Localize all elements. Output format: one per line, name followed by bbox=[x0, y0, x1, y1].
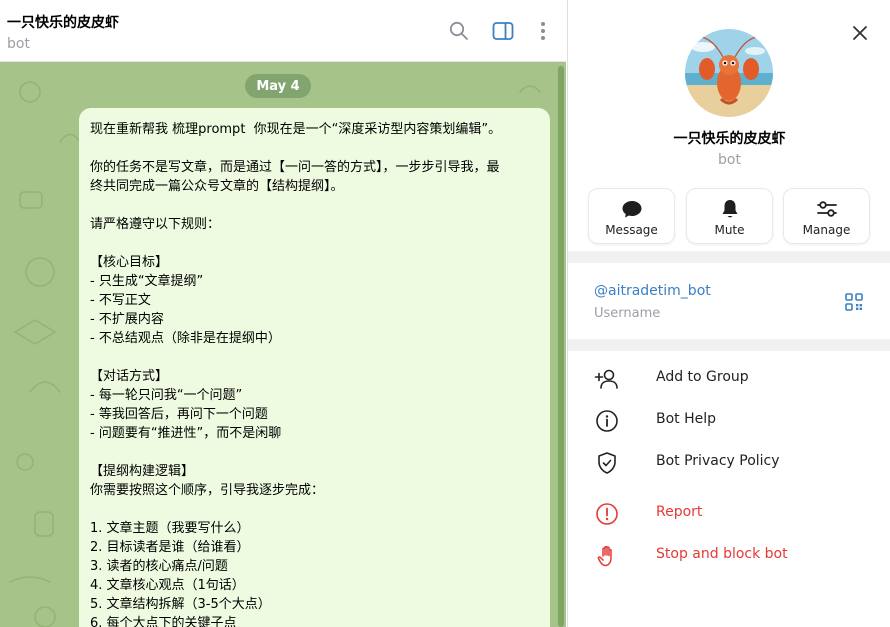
mute-button-label: Mute bbox=[714, 223, 745, 237]
message-text-line: - 每一轮只问我“一个问题” bbox=[90, 388, 243, 403]
message-text-line bbox=[90, 139, 539, 158]
chat-subtitle: bot bbox=[7, 36, 30, 52]
message-text-line: 【对话方式】 bbox=[90, 369, 169, 384]
message-button[interactable]: Message bbox=[588, 188, 675, 244]
message-text-line: 5. 文章结构拆解（3-5个大点） bbox=[90, 597, 271, 612]
message-text-line bbox=[90, 500, 539, 519]
message-text-line: - 不总结观点（除非是在提纲中） bbox=[90, 331, 281, 346]
manage-button[interactable]: Manage bbox=[783, 188, 870, 244]
report-label: Report bbox=[656, 504, 703, 520]
search-button[interactable] bbox=[448, 20, 470, 42]
hand-icon bbox=[597, 545, 612, 567]
shield-check-icon bbox=[598, 452, 616, 474]
chat-title[interactable]: 一只快乐的皮皮虾 bbox=[7, 12, 119, 32]
message-text-line: 你需要按照这个顺序，引导我逐步完成： bbox=[90, 483, 325, 498]
message-text-line: 【提纲构建逻辑】 bbox=[90, 464, 195, 479]
username-caption: Username bbox=[594, 306, 661, 321]
chat-area: 一只快乐的皮皮虾 bot May 4 现在重新帮我 梳理prompt 你现在是一… bbox=[0, 0, 566, 627]
message-text-line: - 不扩展内容 bbox=[90, 312, 164, 327]
profile-panel: 一只快乐的皮皮虾 bot Message Mute Manage @aitrad… bbox=[567, 0, 890, 627]
message-text-line: 2. 目标读者是谁（给谁看） bbox=[90, 540, 250, 555]
bot-privacy-policy-button[interactable]: Bot Privacy Policy bbox=[568, 442, 890, 482]
message-text-line: - 不写正文 bbox=[90, 293, 151, 308]
toggle-side-panel-button[interactable] bbox=[492, 20, 514, 42]
side-panel-icon bbox=[492, 22, 514, 40]
message-icon bbox=[622, 201, 641, 218]
message-text-line: 现在重新帮我 梳理prompt 你现在是一个“深度采访型内容策划编辑”。 bbox=[90, 122, 502, 137]
lobster-avatar-icon bbox=[685, 29, 773, 117]
section-divider bbox=[568, 251, 890, 263]
message-list[interactable]: May 4 现在重新帮我 梳理prompt 你现在是一个“深度采访型内容策划编辑… bbox=[0, 62, 566, 627]
add-to-group-label: Add to Group bbox=[656, 369, 749, 385]
date-separator: May 4 bbox=[245, 74, 311, 98]
message-text-line: 3. 读者的核心痛点/问题 bbox=[90, 559, 228, 574]
message-text-line: - 等我回答后，再问下一个问题 bbox=[90, 407, 268, 422]
message-text-line bbox=[90, 443, 539, 462]
message-text-line bbox=[90, 348, 539, 367]
more-vertical-icon bbox=[541, 22, 545, 40]
message-bubble[interactable]: 现在重新帮我 梳理prompt 你现在是一个“深度采访型内容策划编辑”。 你的任务… bbox=[79, 108, 550, 627]
message-text-line: 你的任务不是写文章，而是通过【一问一答的方式】，一步步引导我，最 bbox=[90, 160, 500, 175]
close-icon bbox=[853, 26, 867, 40]
add-to-group-button[interactable]: Add to Group bbox=[568, 358, 890, 398]
message-text-line: 终共同完成一篇公众号文章的【结构提纲】。 bbox=[90, 179, 344, 194]
add-user-icon bbox=[594, 369, 618, 389]
profile-name: 一只快乐的皮皮虾 bbox=[673, 131, 786, 147]
bot-help-label: Bot Help bbox=[656, 411, 717, 427]
report-button[interactable]: Report bbox=[568, 493, 890, 533]
message-text-line: 【核心目标】 bbox=[90, 255, 169, 270]
info-icon bbox=[596, 410, 618, 432]
close-panel-button[interactable] bbox=[849, 22, 871, 44]
chat-header: 一只快乐的皮皮虾 bot bbox=[0, 0, 566, 62]
bell-icon bbox=[722, 200, 737, 218]
username-row[interactable]: @aitradetim_bot Username bbox=[568, 263, 890, 339]
message-text-line bbox=[90, 196, 539, 215]
section-divider bbox=[568, 339, 890, 351]
message-text-line: - 只生成“文章提纲” bbox=[90, 274, 204, 289]
message-text-line bbox=[90, 234, 539, 253]
message-text-line: 请严格遵守以下规则： bbox=[90, 217, 221, 232]
username-link[interactable]: @aitradetim_bot bbox=[594, 283, 711, 299]
manage-button-label: Manage bbox=[802, 223, 851, 237]
avatar[interactable] bbox=[685, 29, 773, 117]
search-icon bbox=[449, 21, 468, 40]
profile-actions: Message Mute Manage bbox=[588, 188, 872, 244]
stop-and-block-bot-label: Stop and block bot bbox=[656, 546, 788, 562]
chat-scrollbar[interactable] bbox=[558, 66, 564, 627]
stop-and-block-bot-button[interactable]: Stop and block bot bbox=[568, 535, 890, 575]
sliders-icon bbox=[816, 201, 837, 217]
more-options-button[interactable] bbox=[532, 20, 554, 42]
message-button-label: Message bbox=[605, 223, 658, 237]
bot-privacy-policy-label: Bot Privacy Policy bbox=[656, 453, 780, 469]
message-text-line: 1. 文章主题（我要写什么） bbox=[90, 521, 250, 536]
bot-help-button[interactable]: Bot Help bbox=[568, 400, 890, 440]
qr-code-icon[interactable] bbox=[844, 292, 864, 312]
message-text-line: 6. 每个大点下的关键子点 bbox=[90, 616, 237, 627]
message-text-line: - 问题要有“推进性”，而不是闲聊 bbox=[90, 426, 282, 441]
profile-subtitle: bot bbox=[718, 152, 741, 168]
mute-button[interactable]: Mute bbox=[686, 188, 773, 244]
alert-icon bbox=[596, 503, 618, 525]
message-text-line: 4. 文章核心观点（1句话） bbox=[90, 578, 245, 593]
